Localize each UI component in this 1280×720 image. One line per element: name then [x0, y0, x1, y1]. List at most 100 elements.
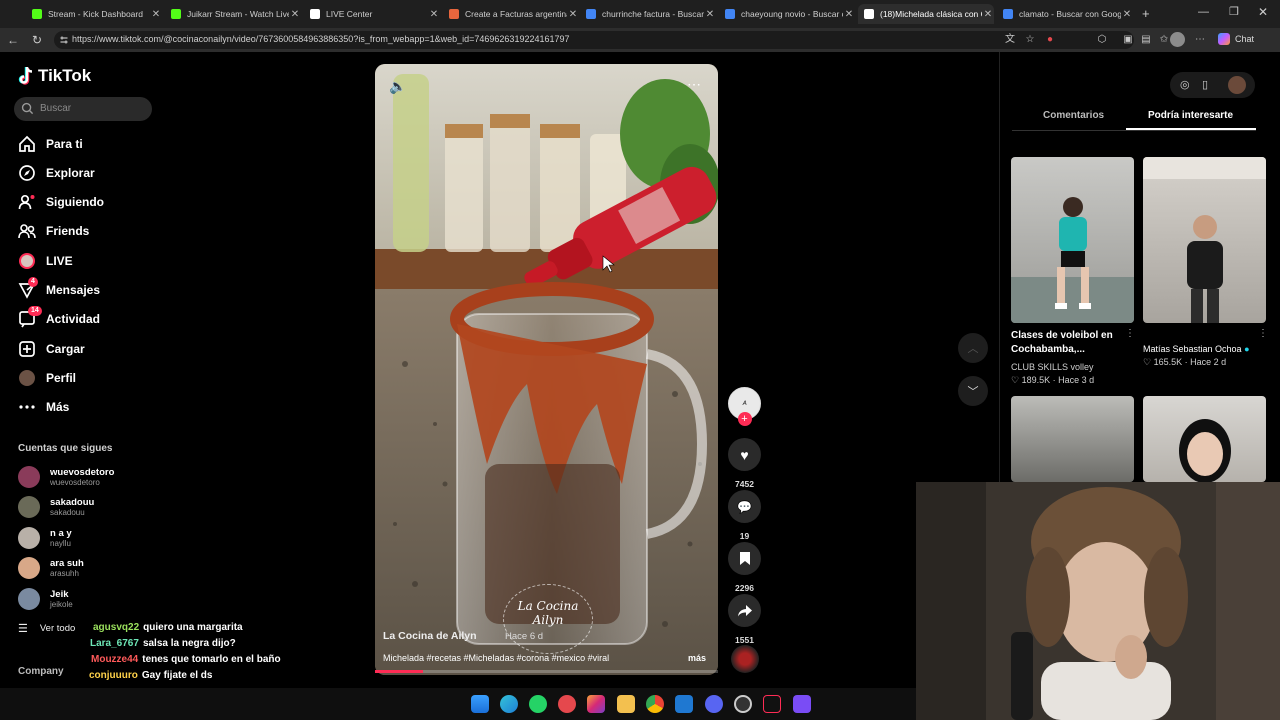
tab-recommended[interactable]: Podría interesarte: [1148, 110, 1233, 121]
star-icon[interactable]: ☆: [1024, 34, 1036, 46]
browser-tab[interactable]: clamato - Buscar con Google ✕: [997, 4, 1133, 24]
user-avatar[interactable]: [1228, 76, 1246, 94]
company-link[interactable]: Company: [18, 666, 64, 677]
close-window-icon[interactable]: ✕: [1258, 5, 1268, 19]
close-tab-icon[interactable]: ✕: [1121, 9, 1133, 20]
sidebar-item-cargar[interactable]: Cargar: [18, 338, 85, 360]
search-input[interactable]: Buscar: [14, 97, 152, 121]
followed-account[interactable]: sakadouu sakadouu: [18, 493, 94, 521]
followed-account[interactable]: ara suh arasuhh: [18, 554, 84, 582]
close-tab-icon[interactable]: ✕: [704, 9, 716, 20]
whatsapp-icon[interactable]: [529, 695, 547, 713]
mute-icon[interactable]: 🔈: [389, 78, 406, 95]
browser-tab[interactable]: Stream - Kick Dashboard ✕: [26, 4, 162, 24]
more-link[interactable]: más: [688, 653, 706, 663]
app-taskbar-icon[interactable]: [793, 695, 811, 713]
share-button[interactable]: 1551: [728, 594, 761, 645]
sidebar-item-mensajes[interactable]: 4 Mensajes: [18, 277, 100, 301]
card-options-icon-1[interactable]: ⋮: [1125, 328, 1135, 339]
see-all-link[interactable]: ☰ Ver todo: [18, 622, 75, 635]
browser-tab[interactable]: chaeyoung novio - Buscar co ✕: [719, 4, 855, 24]
video-author[interactable]: La Cocina de Ailyn: [383, 630, 477, 642]
card-options-icon-2[interactable]: ⋮: [1258, 328, 1268, 339]
menu-icon[interactable]: ⋯: [1194, 34, 1206, 46]
translate-icon[interactable]: 文: [1004, 34, 1016, 46]
folder-icon[interactable]: [617, 695, 635, 713]
recommended-thumbnail-3[interactable]: [1011, 396, 1134, 482]
recommended-thumbnail-2[interactable]: [1143, 157, 1266, 323]
outlook-icon[interactable]: [675, 695, 693, 713]
browser-tab[interactable]: LIVE Center ✕: [304, 4, 440, 24]
sound-disc-button[interactable]: [728, 645, 761, 673]
instagram-icon[interactable]: [587, 695, 605, 713]
windows-start-icon[interactable]: [471, 695, 489, 713]
close-tab-icon[interactable]: ✕: [150, 9, 162, 20]
tiktok-taskbar-icon[interactable]: [763, 695, 781, 713]
comment-button[interactable]: 💬 19: [728, 490, 761, 541]
chat-text: tenes que tomarlo en el baño: [142, 654, 281, 665]
reload-icon[interactable]: ↻: [30, 33, 44, 47]
previous-video-button[interactable]: ︿: [958, 333, 988, 363]
sidebar-item-para-ti[interactable]: Para ti: [18, 133, 83, 155]
close-tab-icon[interactable]: ✕: [289, 9, 301, 20]
sidebar-item-friends[interactable]: Friends: [18, 220, 89, 242]
favorites-icon[interactable]: ✩: [1158, 34, 1170, 46]
close-tab-icon[interactable]: ✕: [982, 9, 994, 20]
tab-favicon-icon: [449, 9, 459, 19]
author-avatar-button[interactable]: ᴬ +: [728, 387, 761, 426]
browser-tab[interactable]: churrinche factura - Buscar c ✕: [580, 4, 716, 24]
tab-comments[interactable]: Comentarios: [1043, 110, 1104, 121]
sidebar-item-perfil[interactable]: Perfil: [18, 367, 76, 389]
video-progress-bar[interactable]: [375, 670, 718, 673]
tiktok-logo[interactable]: TikTok: [18, 66, 91, 86]
close-tab-icon[interactable]: ✕: [428, 9, 440, 20]
chat-text: salsa la negra dijo?: [142, 638, 236, 649]
followed-account[interactable]: Jeik jeikole: [18, 585, 73, 613]
extensions-icon[interactable]: ⬡: [1096, 34, 1108, 46]
video-player[interactable]: 🔈 ⋯ La Cocina Ailyn: [375, 64, 718, 675]
follow-plus-icon[interactable]: +: [737, 412, 752, 426]
coin-icon[interactable]: ◎: [1180, 78, 1190, 91]
profile-avatar[interactable]: [1170, 32, 1185, 47]
followed-account[interactable]: wuevosdetoro wuevosdetoro: [18, 463, 114, 491]
sidebar-item-actividad[interactable]: 14 Actividad: [18, 306, 100, 330]
minimize-icon[interactable]: —: [1198, 6, 1209, 18]
card-author-1[interactable]: CLUB SKILLS volley: [1011, 362, 1094, 372]
browser-tab[interactable]: Create a Facturas argentinas ✕: [443, 4, 579, 24]
back-icon[interactable]: ←: [6, 33, 20, 47]
restore-icon[interactable]: ❐: [1229, 5, 1239, 18]
site-info-icon[interactable]: [59, 35, 69, 45]
card-stats-2: ♡ 165.5K · Hace 2 d: [1143, 357, 1227, 367]
video-options-icon[interactable]: ⋯: [687, 76, 701, 93]
recommended-thumbnail-1[interactable]: [1011, 157, 1134, 323]
device-icon[interactable]: ▯: [1202, 78, 1208, 91]
split-icon[interactable]: ▣: [1122, 34, 1134, 46]
close-tab-icon[interactable]: ✕: [843, 9, 855, 20]
next-video-button[interactable]: ﹀: [958, 376, 988, 406]
card-title-1[interactable]: Clases de voleibol en Cochabamba,...: [1011, 329, 1121, 357]
browser-tab[interactable]: (18)Michelada clásica con Cl ✕: [858, 4, 994, 24]
url-field[interactable]: https://www.tiktok.com/@cocinaconailyn/v…: [54, 31, 1134, 49]
sidebar-item-siguiendo[interactable]: Siguiendo: [18, 191, 104, 213]
recommended-thumbnail-4[interactable]: [1143, 396, 1266, 482]
sidebar-icon[interactable]: ▤: [1140, 34, 1152, 46]
discord-icon[interactable]: [705, 695, 723, 713]
save-button[interactable]: 2296: [728, 542, 761, 593]
sidebar-item-label: Explorar: [46, 166, 95, 180]
followed-account[interactable]: n a y nayllu: [18, 524, 72, 552]
new-tab-button[interactable]: +: [1142, 6, 1150, 21]
like-button[interactable]: ♥ 7452: [728, 438, 761, 489]
extension-icon[interactable]: ●: [1044, 34, 1056, 46]
sidebar-item-live[interactable]: LIVE: [18, 250, 73, 272]
obs-icon[interactable]: [734, 695, 752, 713]
copilot-button[interactable]: Chat: [1218, 33, 1254, 45]
edge-icon[interactable]: [500, 695, 518, 713]
chrome-icon[interactable]: [646, 695, 664, 713]
sidebar-item-m-s[interactable]: Más: [18, 396, 69, 418]
close-tab-icon[interactable]: ✕: [567, 9, 579, 20]
browser-tab[interactable]: Juikarr Stream - Watch Live ✕: [165, 4, 301, 24]
card-author-2[interactable]: Matías Sebastian Ochoa ●: [1143, 344, 1250, 354]
sidebar-item-explorar[interactable]: Explorar: [18, 162, 95, 184]
media-icon[interactable]: [558, 695, 576, 713]
sidebar-item-label: Cargar: [46, 342, 85, 356]
